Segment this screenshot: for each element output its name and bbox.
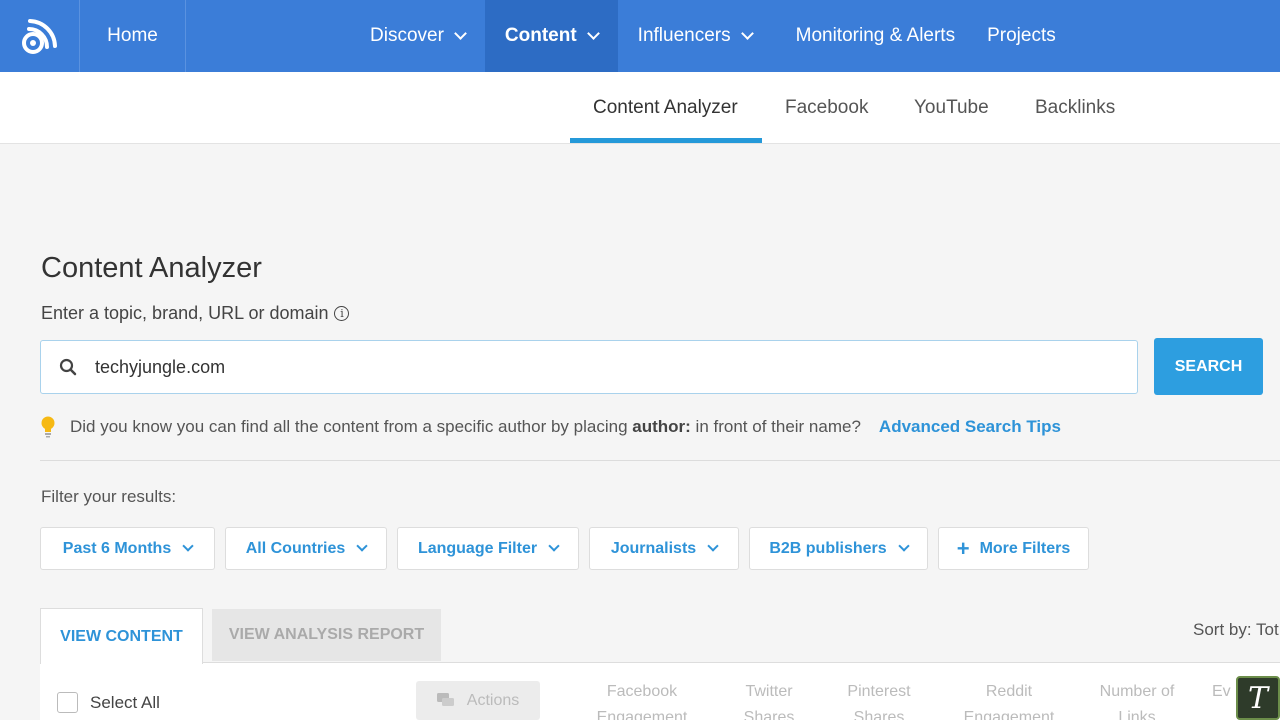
filter-countries[interactable]: All Countries — [225, 527, 387, 570]
page-title: Content Analyzer — [41, 252, 262, 284]
chevron-down-icon — [182, 540, 194, 552]
sub-nav: Content Analyzer Facebook YouTube Backli… — [0, 72, 1280, 144]
nav-home[interactable]: Home — [80, 0, 186, 72]
nav-discover[interactable]: Discover — [350, 0, 485, 72]
select-all-label[interactable]: Select All — [90, 693, 160, 713]
nav-content[interactable]: Content — [484, 0, 618, 72]
nav-projects[interactable]: Projects — [971, 0, 1076, 72]
lightbulb-icon — [40, 416, 56, 438]
chevron-down-icon — [454, 26, 467, 40]
search-button[interactable]: SEARCH — [1154, 338, 1263, 395]
tab-facebook[interactable]: Facebook — [785, 72, 868, 144]
actions-button[interactable]: Actions — [416, 681, 540, 720]
chevron-down-icon — [548, 540, 560, 552]
search-icon — [41, 358, 95, 376]
tab-content-analyzer[interactable]: Content Analyzer — [593, 72, 738, 144]
column-header[interactable]: Twitter Shares — [738, 679, 800, 720]
column-header[interactable]: Reddit Engagement — [958, 679, 1060, 720]
chevron-down-icon — [898, 540, 910, 552]
tab-youtube[interactable]: YouTube — [914, 72, 989, 144]
column-header[interactable]: Number of Links — [1094, 679, 1180, 720]
nav-influencers[interactable]: Influencers — [618, 0, 772, 72]
filter-date[interactable]: Past 6 Months — [40, 527, 215, 570]
search-input[interactable] — [95, 356, 1095, 378]
chevron-down-icon — [740, 26, 754, 40]
filter-b2b-publishers[interactable]: B2B publishers — [749, 527, 928, 570]
select-all-checkbox[interactable] — [57, 692, 78, 713]
column-header[interactable]: Pinterest Shares — [840, 679, 918, 720]
divider — [40, 460, 1280, 461]
chevron-down-icon — [586, 26, 600, 40]
chevron-down-icon — [356, 540, 368, 552]
nav-monitoring[interactable]: Monitoring & Alerts — [772, 0, 971, 72]
tab-view-analysis-report[interactable]: VIEW ANALYSIS REPORT — [212, 609, 441, 661]
filter-journalists[interactable]: Journalists — [589, 527, 739, 570]
chevron-down-icon — [707, 540, 719, 552]
column-header[interactable]: Facebook Engagement — [588, 679, 696, 720]
search-box[interactable] — [40, 340, 1138, 394]
plus-icon: + — [956, 535, 970, 561]
active-tab-indicator — [570, 138, 762, 143]
search-tip: Did you know you can find all the conten… — [40, 416, 1061, 438]
top-nav: Home Discover Content Influencers Monito… — [0, 0, 1280, 72]
sort-by-dropdown[interactable]: Sort by: Tot — [1193, 620, 1279, 640]
filter-language[interactable]: Language Filter — [397, 527, 579, 570]
filter-label: Filter your results: — [41, 487, 177, 506]
advanced-search-tips-link[interactable]: Advanced Search Tips — [879, 417, 1061, 437]
tab-backlinks[interactable]: Backlinks — [1035, 72, 1115, 144]
comments-icon — [436, 692, 455, 709]
search-prompt: Enter a topic, brand, URL or domain i — [41, 303, 350, 324]
info-icon[interactable]: i — [334, 306, 350, 321]
more-filters-button[interactable]: + More Filters — [938, 527, 1089, 570]
tab-view-content[interactable]: VIEW CONTENT — [40, 608, 203, 664]
logo-icon[interactable] — [0, 0, 80, 72]
app-badge-icon: T — [1236, 676, 1280, 720]
